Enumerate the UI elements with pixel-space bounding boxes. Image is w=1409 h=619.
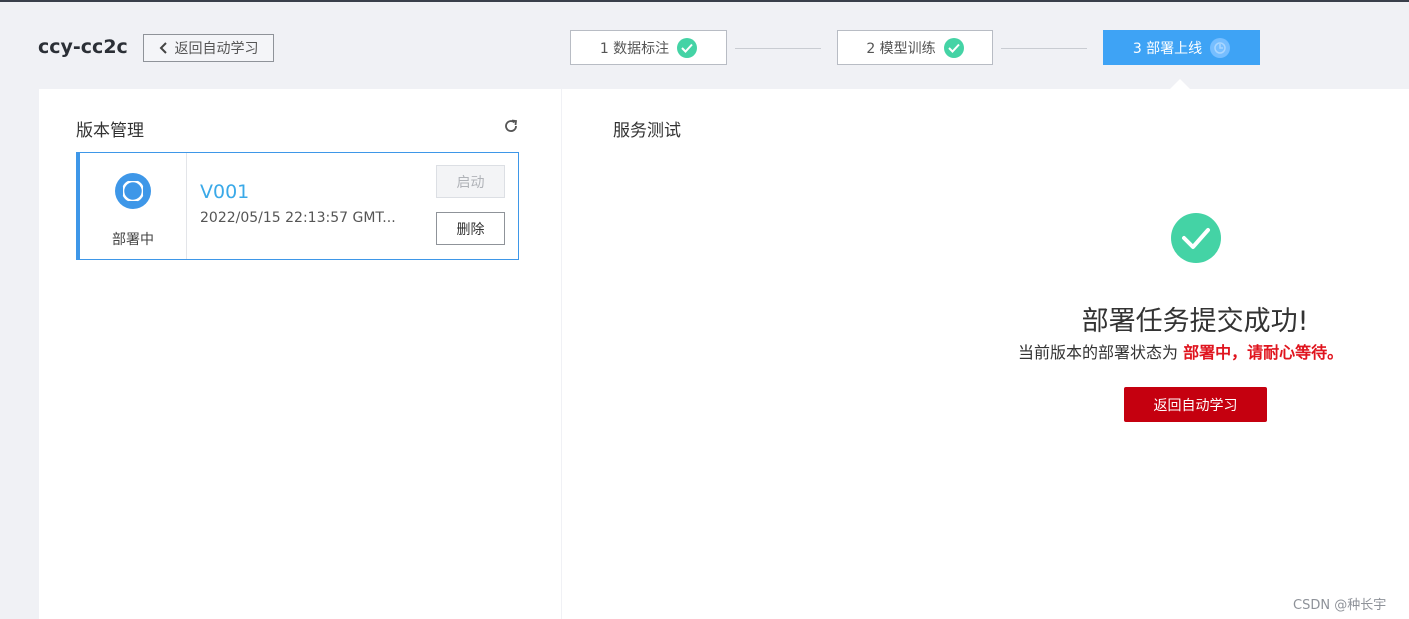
- active-step-pointer: [1170, 79, 1190, 89]
- top-border: [0, 0, 1409, 2]
- step-connector: [1001, 48, 1087, 49]
- service-test-panel: 服务测试 部署任务提交成功! 当前版本的部署状态为 部署中，请耐心等待。 返回自…: [562, 89, 1409, 619]
- deploy-status-text: 当前版本的部署状态为 部署中，请耐心等待。: [1018, 339, 1370, 363]
- step-model-training[interactable]: 2 模型训练: [837, 30, 993, 65]
- status-text-highlight: 部署中，请耐心等待。: [1183, 343, 1344, 362]
- refresh-icon[interactable]: [502, 117, 520, 135]
- check-circle-icon: [677, 37, 698, 58]
- step-connector: [735, 48, 821, 49]
- back-to-autolearning-button[interactable]: 返回自动学习: [143, 34, 274, 62]
- back-button-label: 返回自动学习: [174, 41, 259, 57]
- project-title: ccy-cc2c: [38, 36, 128, 58]
- chevron-left-icon: [159, 42, 167, 54]
- status-label: 部署中: [112, 232, 154, 248]
- version-card[interactable]: 部署中 V001 2022/05/15 22:13:57 GMT... 启动 删…: [76, 152, 519, 260]
- start-button[interactable]: 启动: [436, 165, 505, 198]
- step-deploy-online[interactable]: 3 部署上线: [1103, 30, 1260, 65]
- step-label: 3 部署上线: [1132, 40, 1203, 57]
- success-title: 部署任务提交成功!: [1081, 306, 1309, 337]
- check-circle-icon: [943, 37, 964, 58]
- step-data-labeling[interactable]: 1 数据标注: [570, 30, 727, 65]
- status-text-prefix: 当前版本的部署状态为: [1018, 343, 1179, 362]
- service-panel-title: 服务测试: [613, 121, 681, 141]
- version-status: 部署中: [80, 153, 187, 259]
- version-name[interactable]: V001: [200, 181, 249, 203]
- version-time: 2022/05/15 22:13:57 GMT...: [200, 210, 396, 226]
- success-check-icon: [1171, 213, 1221, 263]
- version-management-panel: 版本管理 部署中 V001 2022/05/15 22:13:57 GMT...…: [39, 89, 561, 619]
- pending-circle-icon: [1210, 37, 1231, 58]
- delete-button[interactable]: 删除: [436, 212, 505, 245]
- return-to-autolearning-button[interactable]: 返回自动学习: [1124, 387, 1267, 422]
- step-label: 2 模型训练: [866, 40, 936, 57]
- version-panel-title: 版本管理: [76, 121, 144, 141]
- watermark: CSDN @种长宇: [1293, 598, 1387, 613]
- deploying-icon: [115, 173, 151, 209]
- step-label: 1 数据标注: [599, 40, 670, 57]
